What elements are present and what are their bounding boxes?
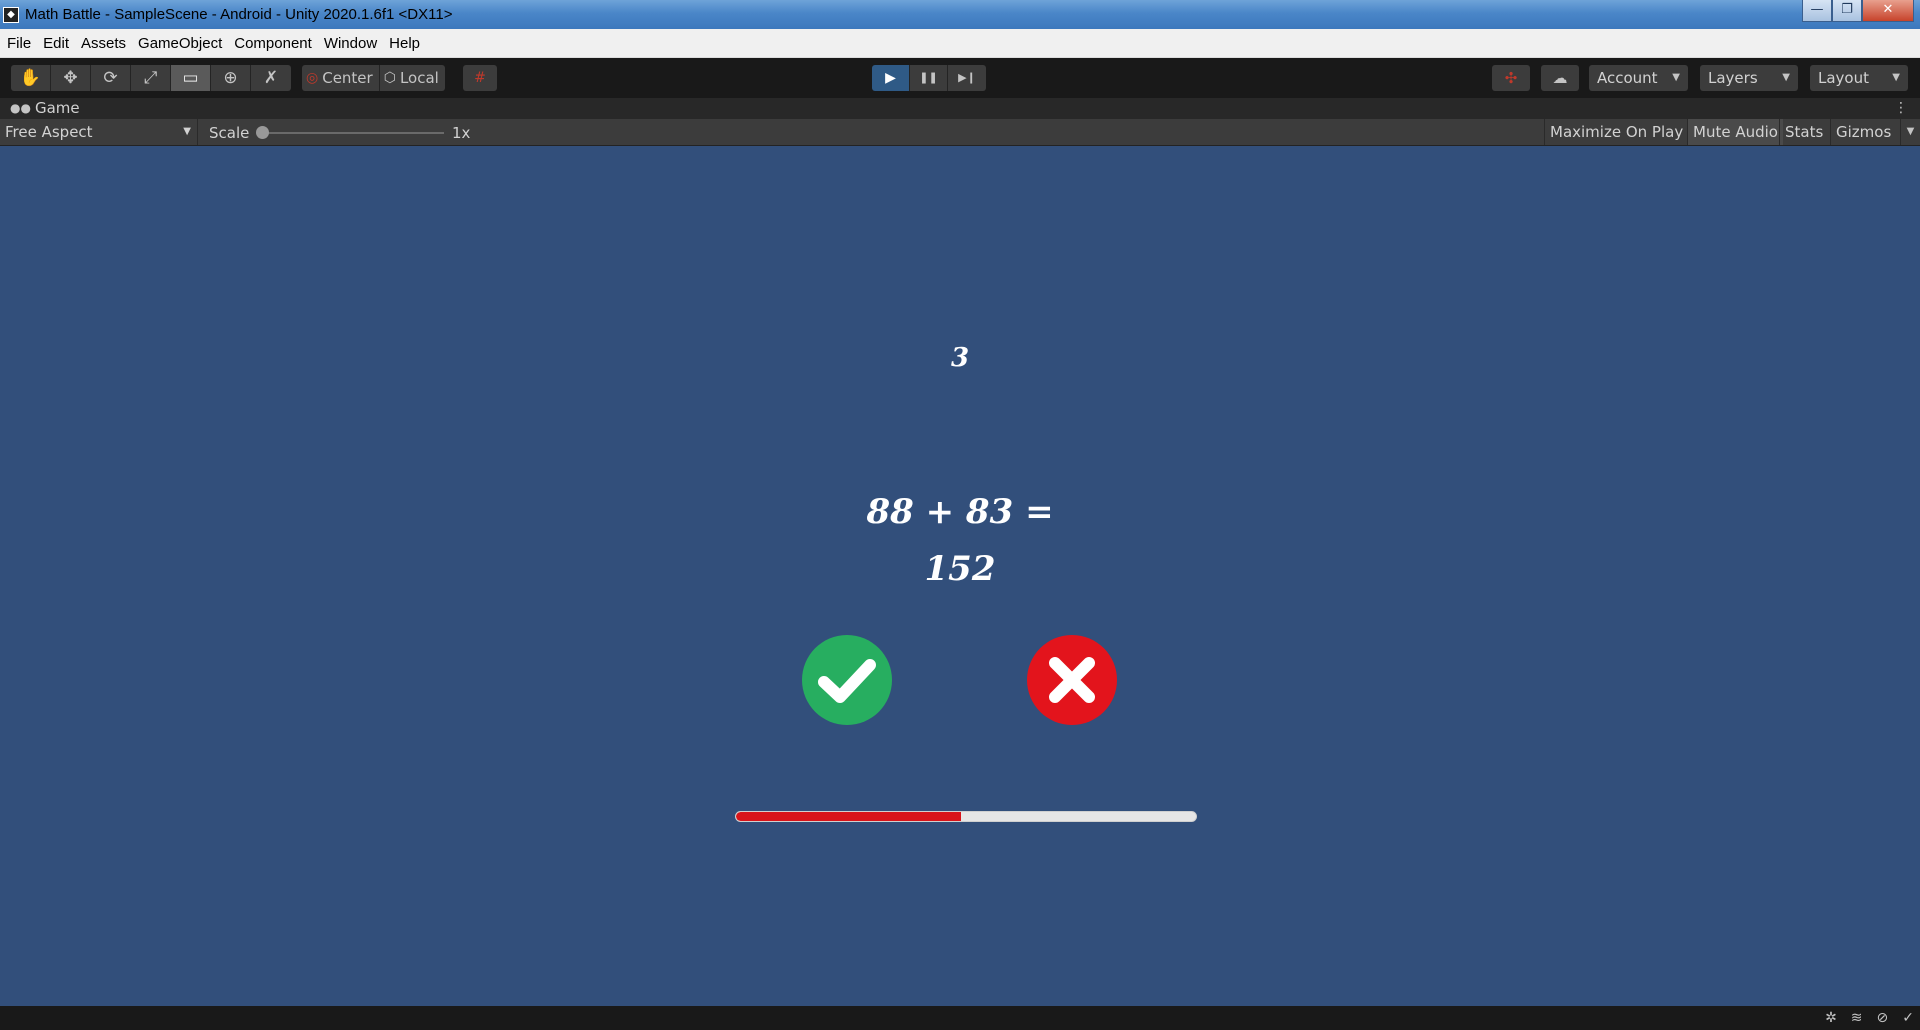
custom-tool-button[interactable]: ✗ [251, 65, 291, 91]
maximize-on-play-toggle[interactable]: Maximize On Play [1544, 119, 1688, 145]
step-button[interactable]: ▶❙ [948, 65, 986, 91]
layout-label: Layout [1818, 69, 1869, 87]
maximize-button[interactable]: ❐ [1832, 0, 1862, 22]
menu-file[interactable]: File [1, 35, 37, 52]
menu-assets[interactable]: Assets [75, 35, 132, 52]
unity-app-icon: ◆ [3, 6, 19, 23]
tab-bar: ●● Game ⋮ [0, 98, 1920, 119]
check-circle-icon[interactable]: ✓ [1902, 1010, 1914, 1026]
close-button[interactable]: ✕ [1862, 0, 1914, 22]
transform-tools: ✋ ✥ ⟳ ⤢ ▭ ⊕ ✗ [11, 65, 291, 91]
layers-stack-icon[interactable]: ≋ [1851, 1010, 1863, 1026]
stats-toggle[interactable]: Stats [1779, 119, 1828, 145]
cross-icon [1049, 657, 1095, 703]
countdown-timer: 3 [950, 343, 970, 373]
menu-bar: File Edit Assets GameObject Component Wi… [0, 29, 1920, 58]
correct-answer-button[interactable] [802, 635, 892, 725]
pause-button[interactable]: ❚❚ [910, 65, 948, 91]
chevron-down-icon: ▼ [1892, 72, 1900, 83]
grid-snap-icon: # [474, 70, 486, 86]
scale-value: 1x [452, 124, 471, 142]
gizmos-toggle[interactable]: Gizmos [1830, 119, 1896, 145]
move-tool-button[interactable]: ✥ [51, 65, 91, 91]
mute-audio-toggle[interactable]: Mute Audio [1687, 119, 1783, 145]
aspect-label: Free Aspect [5, 123, 93, 141]
scale-label: Scale [209, 124, 250, 142]
network-icon[interactable]: ⊘ [1877, 1010, 1889, 1026]
transform-tool-icon: ⊕ [223, 68, 238, 88]
window-controls: — ❐ ✕ [1802, 0, 1914, 22]
gizmos-dropdown-icon[interactable]: ▼ [1900, 119, 1920, 145]
time-progress-bar [735, 811, 1197, 822]
menu-component[interactable]: Component [228, 35, 318, 52]
tab-game-label: Game [34, 99, 80, 117]
custom-tool-icon: ✗ [263, 68, 279, 88]
rect-tool-button[interactable]: ▭ [171, 65, 211, 91]
tab-game[interactable]: ●● Game [0, 98, 88, 119]
layers-label: Layers [1708, 69, 1758, 87]
space-label: Local [399, 69, 439, 87]
gamepad-icon: ●● [10, 101, 31, 115]
window-title: Math Battle - SampleScene - Android - Un… [25, 6, 453, 23]
cloud-icon: ☁ [1552, 69, 1568, 87]
menu-window[interactable]: Window [318, 35, 383, 52]
pivot-controls: ◎ Center ⬡ Local [302, 65, 445, 91]
status-icons: ✲ ≋ ⊘ ✓ [1811, 1006, 1914, 1030]
transform-tool-button[interactable]: ⊕ [211, 65, 251, 91]
pivot-icon: ◎ [306, 70, 319, 86]
play-controls: ▶ ❚❚ ▶❙ [872, 65, 986, 91]
rotate-tool-button[interactable]: ⟳ [91, 65, 131, 91]
chevron-down-icon: ▼ [1782, 72, 1790, 83]
play-button[interactable]: ▶ [872, 65, 910, 91]
chevron-down-icon: ▼ [183, 126, 191, 137]
wrong-answer-button[interactable] [1027, 635, 1117, 725]
services-button[interactable]: ✣ [1492, 65, 1530, 91]
menu-edit[interactable]: Edit [37, 35, 75, 52]
scale-slider-handle[interactable] [256, 126, 269, 139]
layout-dropdown[interactable]: Layout ▼ [1810, 65, 1908, 91]
move-tool-icon: ✥ [63, 68, 78, 88]
window-title-bar: ◆ Math Battle - SampleScene - Android - … [0, 0, 1920, 29]
pivot-center-button[interactable]: ◎ Center [302, 65, 380, 91]
step-icon: ▶❙ [958, 71, 976, 84]
account-label: Account [1597, 69, 1658, 87]
collab-button[interactable]: ☁ [1541, 65, 1579, 91]
rotate-tool-icon: ⟳ [103, 68, 118, 88]
time-progress-fill [736, 812, 962, 821]
cube-icon: ⬡ [383, 70, 396, 86]
rect-tool-icon: ▭ [182, 68, 199, 88]
play-icon: ▶ [885, 70, 896, 86]
grid-snap-button[interactable]: # [463, 65, 497, 91]
menu-help[interactable]: Help [383, 35, 426, 52]
checkmark-icon [818, 659, 876, 703]
tab-menu-icon[interactable]: ⋮ [1894, 98, 1908, 119]
snap-controls: # [463, 65, 497, 91]
proposed-answer: 152 [924, 549, 996, 589]
menu-gameobject[interactable]: GameObject [132, 35, 228, 52]
scale-tool-icon: ⤢ [143, 68, 158, 88]
hand-tool-icon: ✋ [19, 68, 42, 88]
math-equation: 88 + 83 = [866, 492, 1054, 532]
pivot-local-button[interactable]: ⬡ Local [379, 65, 445, 91]
bug-icon[interactable]: ✲ [1825, 1010, 1837, 1026]
layers-dropdown[interactable]: Layers ▼ [1700, 65, 1798, 91]
pause-icon: ❚❚ [919, 71, 938, 84]
game-view: 3 88 + 83 = 152 [0, 146, 1920, 1006]
minimize-button[interactable]: — [1802, 0, 1832, 22]
account-dropdown[interactable]: Account ▼ [1589, 65, 1688, 91]
main-toolbar: ✋ ✥ ⟳ ⤢ ▭ ⊕ ✗ ◎ Center ⬡ Local # ▶ ❚❚ ▶❙… [0, 58, 1920, 98]
game-view-toolbar: Free Aspect ▼ Scale 1x Maximize On Play … [0, 119, 1920, 146]
scale-tool-button[interactable]: ⤢ [131, 65, 171, 91]
chevron-down-icon: ▼ [1672, 72, 1680, 83]
scale-slider-track[interactable] [258, 132, 444, 134]
status-bar: ✲ ≋ ⊘ ✓ [0, 1006, 1920, 1030]
services-icon: ✣ [1504, 69, 1518, 87]
hand-tool-button[interactable]: ✋ [11, 65, 51, 91]
pivot-label: Center [322, 69, 373, 87]
aspect-dropdown[interactable]: Free Aspect ▼ [0, 119, 198, 145]
